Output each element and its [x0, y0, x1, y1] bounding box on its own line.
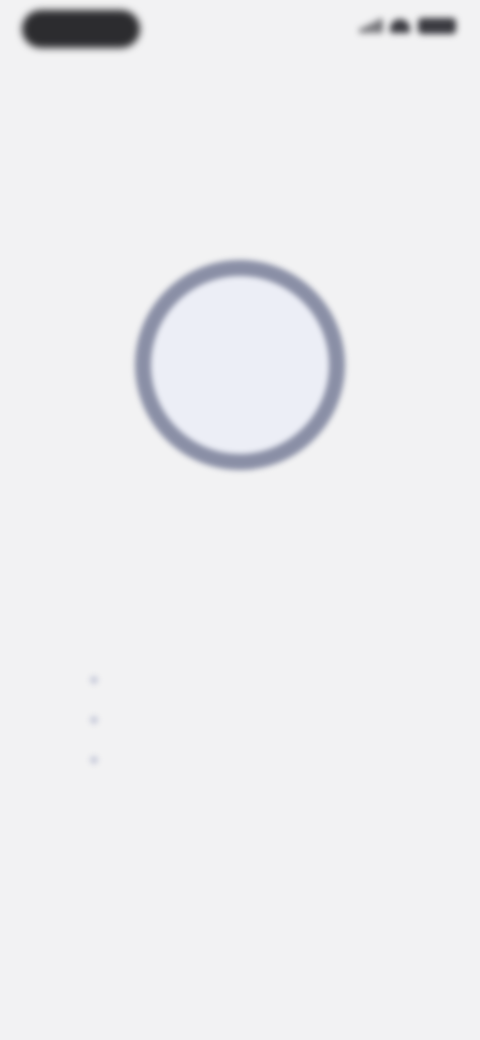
list-item	[90, 660, 430, 700]
status-icons	[360, 18, 456, 34]
wifi-icon	[390, 19, 410, 33]
status-bar	[0, 0, 480, 64]
app-screen	[0, 0, 480, 1040]
status-time-pill	[22, 10, 140, 48]
bullet-icon	[90, 756, 98, 764]
progress-ring	[130, 255, 350, 475]
list-item	[90, 700, 430, 740]
bullet-icon	[90, 676, 98, 684]
list-item	[90, 740, 430, 780]
progress-label	[130, 255, 350, 475]
signal-icon	[360, 19, 382, 33]
bullet-icon	[90, 716, 98, 724]
battery-icon	[418, 18, 456, 34]
step-list	[90, 660, 430, 780]
